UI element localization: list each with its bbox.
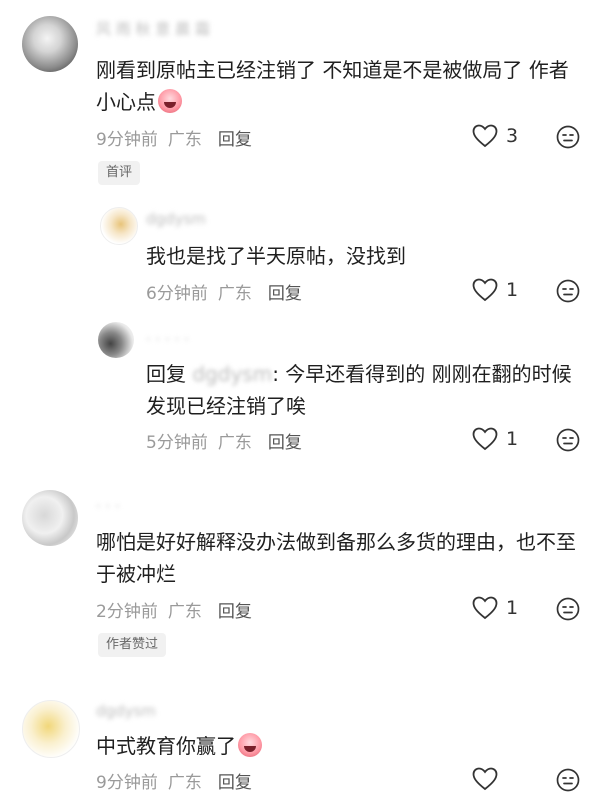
comment-text: 回复 dgdysm: 今早还看得到的 刚刚在翻的时候发现已经注销了唉 bbox=[146, 362, 572, 418]
comment-meta: 6分钟前 广东 回复 bbox=[146, 279, 312, 304]
avatar[interactable] bbox=[100, 207, 138, 245]
avatar[interactable] bbox=[22, 16, 78, 72]
timestamp: 6分钟前 bbox=[146, 284, 208, 304]
reply-target-blurred[interactable]: dgdysm bbox=[186, 362, 272, 386]
comment-meta: 5分钟前 广东 回复 bbox=[146, 428, 312, 453]
heart-icon bbox=[472, 767, 498, 791]
dislike-face-icon[interactable] bbox=[556, 597, 580, 621]
heart-icon bbox=[472, 596, 498, 620]
region: 广东 bbox=[217, 284, 252, 304]
like-button[interactable] bbox=[472, 767, 518, 791]
dislike-face-icon[interactable] bbox=[556, 125, 580, 149]
comment-meta: 2分钟前 广东 回复 bbox=[96, 597, 262, 622]
avatar[interactable] bbox=[22, 490, 78, 546]
timestamp: 9分钟前 bbox=[96, 130, 158, 150]
comment-text: 哪怕是好好解释没办法做到备那么多货的理由，也不至于被冲烂 bbox=[96, 530, 576, 586]
timestamp: 2分钟前 bbox=[96, 602, 158, 622]
like-count: 1 bbox=[506, 428, 519, 450]
heart-icon bbox=[472, 278, 498, 302]
crying-face-icon bbox=[158, 89, 182, 113]
like-count: 1 bbox=[506, 279, 519, 301]
username-blurred[interactable]: . . . bbox=[96, 493, 120, 511]
avatar[interactable] bbox=[22, 700, 80, 758]
like-button[interactable]: 1 bbox=[472, 427, 518, 451]
region: 广东 bbox=[167, 773, 202, 793]
like-button[interactable]: 1 bbox=[472, 596, 518, 620]
first-comment-badge: 首评 bbox=[98, 161, 141, 185]
region: 广东 bbox=[167, 602, 202, 622]
region: 广东 bbox=[167, 130, 202, 150]
username-blurred[interactable]: dgdysm bbox=[146, 210, 206, 228]
dislike-face-icon[interactable] bbox=[556, 768, 580, 792]
like-count: 1 bbox=[506, 597, 519, 619]
like-button[interactable]: 3 bbox=[472, 124, 518, 148]
heart-icon bbox=[472, 427, 498, 451]
username-blurred[interactable]: . . . . . bbox=[146, 326, 189, 344]
timestamp: 5分钟前 bbox=[146, 433, 208, 453]
like-count: 3 bbox=[506, 125, 519, 147]
dislike-face-icon[interactable] bbox=[556, 428, 580, 452]
comment-meta: 9分钟前 广东 回复 bbox=[96, 768, 262, 793]
dislike-face-icon[interactable] bbox=[556, 279, 580, 303]
like-button[interactable]: 1 bbox=[472, 278, 518, 302]
avatar[interactable] bbox=[98, 322, 134, 358]
username-blurred[interactable]: 风 雨 秋 意 晨 霜 bbox=[96, 18, 210, 39]
region: 广东 bbox=[217, 433, 252, 453]
author-liked-badge: 作者赞过 bbox=[98, 633, 167, 657]
reply-button[interactable]: 回复 bbox=[268, 433, 302, 453]
heart-icon bbox=[472, 124, 498, 148]
comment-text: 中式教育你赢了 bbox=[96, 730, 586, 762]
comment-text: 刚看到原帖主已经注销了 不知道是不是被做局了 作者小心点 bbox=[96, 58, 569, 114]
comment-text: 我也是找了半天原帖，没找到 bbox=[146, 244, 406, 268]
reply-button[interactable]: 回复 bbox=[218, 602, 252, 622]
crying-face-icon bbox=[238, 733, 262, 757]
username-blurred[interactable]: dgdysm bbox=[96, 702, 156, 720]
reply-button[interactable]: 回复 bbox=[218, 130, 252, 150]
timestamp: 9分钟前 bbox=[96, 773, 158, 793]
reply-button[interactable]: 回复 bbox=[218, 773, 252, 793]
comment-meta: 9分钟前 广东 回复 bbox=[96, 125, 262, 150]
reply-prefix: 回复 bbox=[146, 362, 186, 386]
reply-button[interactable]: 回复 bbox=[268, 284, 302, 304]
